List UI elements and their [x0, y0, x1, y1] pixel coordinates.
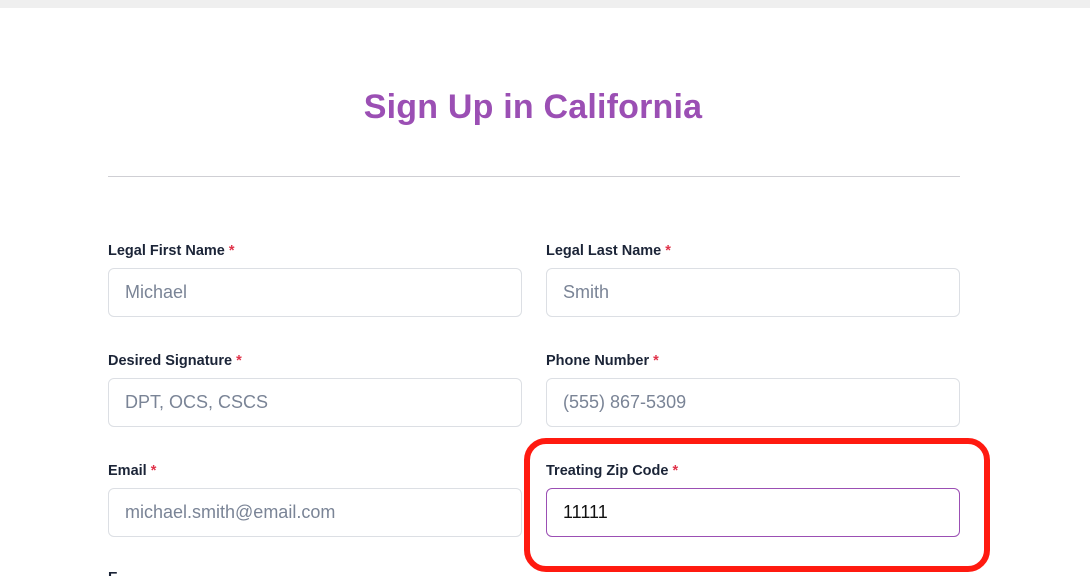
required-marker: *: [672, 463, 679, 479]
required-marker: *: [228, 243, 235, 259]
next-field-label-partial: E: [108, 568, 118, 576]
last-name-label-text: Legal Last Name: [546, 243, 662, 259]
zip-label: Treating Zip Code *: [546, 461, 960, 481]
last-name-input[interactable]: [546, 268, 960, 317]
required-marker: *: [150, 463, 157, 479]
first-name-field: Legal First Name *: [108, 241, 522, 317]
email-label: Email *: [108, 461, 522, 481]
signature-label: Desired Signature *: [108, 351, 522, 371]
phone-label: Phone Number *: [546, 351, 960, 371]
phone-input[interactable]: [546, 378, 960, 427]
signature-label-text: Desired Signature: [108, 353, 233, 369]
first-name-input[interactable]: [108, 268, 522, 317]
phone-field: Phone Number *: [546, 351, 960, 427]
last-name-field: Legal Last Name *: [546, 241, 960, 317]
last-name-label: Legal Last Name *: [546, 241, 960, 261]
divider: [108, 176, 960, 177]
zip-field: Treating Zip Code *: [546, 461, 960, 537]
email-input[interactable]: [108, 488, 522, 537]
email-field: Email *: [108, 461, 522, 537]
signature-input[interactable]: [108, 378, 522, 427]
required-marker: *: [665, 243, 671, 259]
phone-label-text: Phone Number: [546, 353, 650, 369]
first-name-label: Legal First Name *: [108, 241, 522, 261]
required-marker: *: [653, 353, 659, 369]
signature-field: Desired Signature *: [108, 351, 522, 427]
first-name-label-text: Legal First Name: [108, 243, 225, 259]
zip-input[interactable]: [546, 488, 960, 537]
zip-label-text: Treating Zip Code: [546, 463, 669, 479]
signup-page: Sign Up in California Legal First Name * …: [0, 0, 1090, 576]
page-title: Sign Up in California: [363, 88, 703, 126]
required-marker: *: [236, 353, 242, 369]
email-label-text: Email: [108, 463, 147, 479]
top-strip: [0, 0, 1090, 8]
